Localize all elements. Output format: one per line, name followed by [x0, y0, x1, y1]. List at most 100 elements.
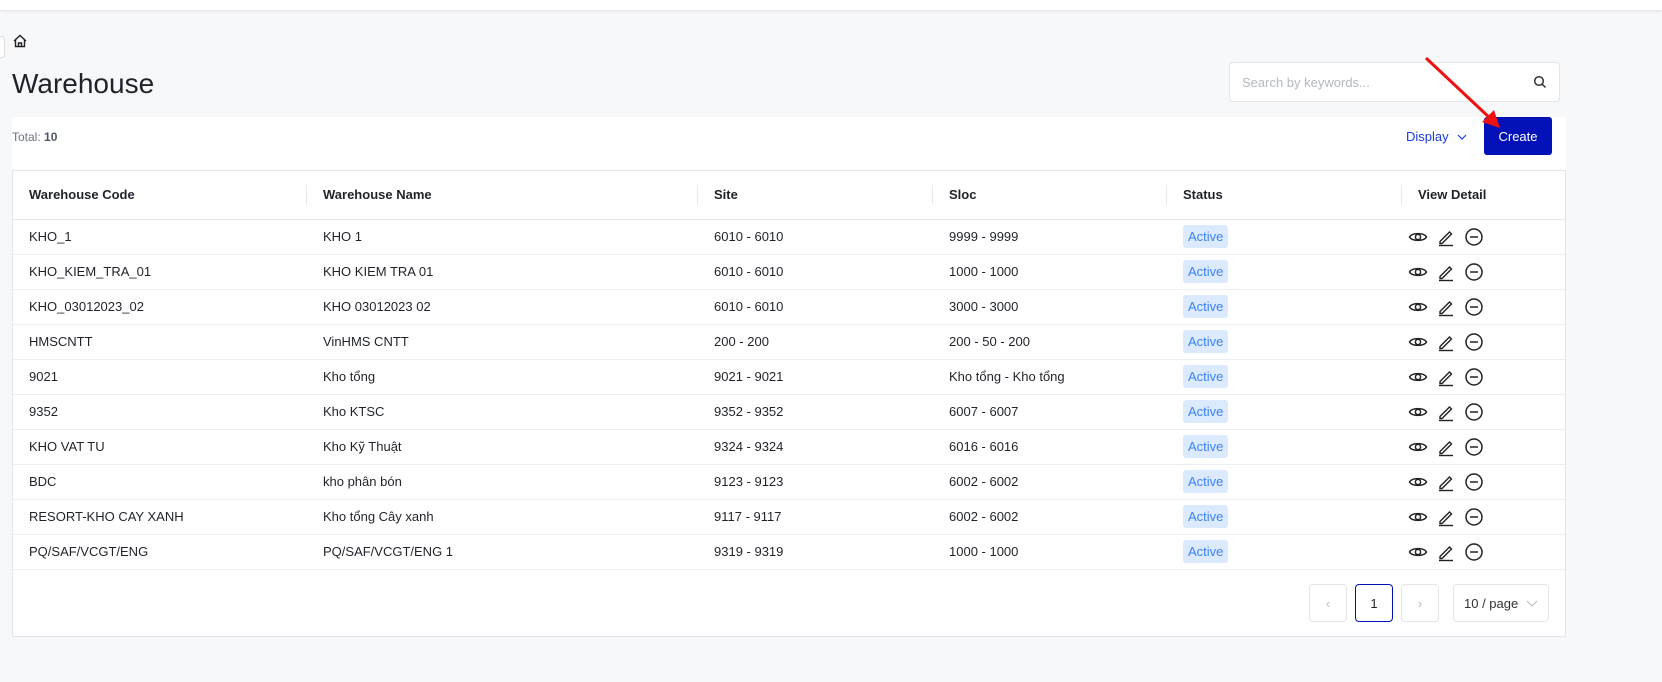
warehouse-name-cell: PQ/SAF/VCGT/ENG 1: [307, 534, 698, 570]
column-header: Status: [1167, 171, 1402, 220]
sidebar-toggle[interactable]: [0, 36, 5, 58]
next-page-button[interactable]: ›: [1401, 584, 1439, 622]
view-icon[interactable]: [1408, 332, 1428, 352]
site-cell: 6010 - 6010: [698, 289, 933, 325]
site-cell: 200 - 200: [698, 324, 933, 360]
remove-icon[interactable]: [1464, 507, 1484, 527]
warehouse-code-cell: 9021: [13, 359, 307, 395]
table-row[interactable]: KHO_KIEM_TRA_01 KHO KIEM TRA 01 6010 - 601…: [13, 254, 1565, 290]
prev-page-button[interactable]: ‹: [1309, 584, 1347, 622]
edit-icon[interactable]: [1436, 507, 1456, 527]
status-cell: Active: [1167, 429, 1402, 465]
table-row[interactable]: HMSCNTT VinHMS CNTT 200 - 200 200 - 50 - 20…: [13, 324, 1565, 360]
home-icon[interactable]: [12, 33, 28, 49]
warehouse-code-cell: BDC: [13, 464, 307, 500]
view-icon[interactable]: [1408, 402, 1428, 422]
table-row[interactable]: PQ/SAF/VCGT/ENG PQ/SAF/VCGT/ENG 1 9319 - 9…: [13, 534, 1565, 570]
view-icon[interactable]: [1408, 542, 1428, 562]
table-row[interactable]: BDC kho phân bón 9123 - 9123 6002 - 6002 Act…: [13, 464, 1565, 500]
edit-icon[interactable]: [1436, 542, 1456, 562]
view-icon[interactable]: [1408, 262, 1428, 282]
page-size-select[interactable]: 10 / page: [1453, 584, 1549, 622]
view-icon[interactable]: [1408, 507, 1428, 527]
column-header: View Detail: [1402, 171, 1565, 220]
actions-cell: [1402, 359, 1565, 395]
actions-cell: [1402, 464, 1565, 500]
chevron-down-icon: [1526, 600, 1538, 607]
warehouse-name-cell: KHO 1: [307, 219, 698, 255]
actions-cell: [1402, 219, 1565, 255]
sloc-cell: 3000 - 3000: [933, 289, 1167, 325]
page-title: Warehouse: [12, 68, 155, 99]
sloc-cell: 6007 - 6007: [933, 394, 1167, 430]
page-size-label: 10 / page: [1464, 595, 1519, 611]
status-badge: Active: [1183, 260, 1229, 283]
page-1-button[interactable]: 1: [1355, 584, 1393, 622]
create-button[interactable]: Create: [1484, 117, 1552, 155]
edit-icon[interactable]: [1436, 332, 1456, 352]
search-input[interactable]: [1242, 74, 1533, 90]
remove-icon[interactable]: [1464, 542, 1484, 562]
view-icon[interactable]: [1408, 472, 1428, 492]
table-row[interactable]: 9021 Kho tổng 9021 - 9021 Kho tổng - Kho tổ…: [13, 359, 1565, 395]
warehouse-name-cell: Kho tổng Cây xanh: [307, 499, 698, 535]
view-icon[interactable]: [1408, 367, 1428, 387]
sloc-cell: 1000 - 1000: [933, 534, 1167, 570]
warehouse-name-cell: Kho KTSC: [307, 394, 698, 430]
status-cell: Active: [1167, 394, 1402, 430]
remove-icon[interactable]: [1464, 262, 1484, 282]
remove-icon[interactable]: [1464, 402, 1484, 422]
status-cell: Active: [1167, 289, 1402, 325]
warehouse-code-cell: RESORT-KHO CAY XANH: [13, 499, 307, 535]
actions-cell: [1402, 429, 1565, 465]
content-panel: Total: 10 Display Create Warehouse Code W…: [12, 117, 1566, 637]
actions-cell: [1402, 289, 1565, 325]
column-header: Site: [698, 171, 933, 220]
site-cell: 9324 - 9324: [698, 429, 933, 465]
status-badge: Active: [1183, 225, 1229, 248]
status-cell: Active: [1167, 324, 1402, 360]
remove-icon[interactable]: [1464, 367, 1484, 387]
status-badge: Active: [1183, 400, 1229, 423]
column-header: Sloc: [933, 171, 1167, 220]
sloc-cell: Kho tổng - Kho tổng: [933, 359, 1167, 395]
edit-icon[interactable]: [1436, 472, 1456, 492]
edit-icon[interactable]: [1436, 262, 1456, 282]
edit-icon[interactable]: [1436, 367, 1456, 387]
table-row[interactable]: RESORT-KHO CAY XANH Kho tổng Cây xanh 9117…: [13, 499, 1565, 535]
top-bar: [0, 0, 1662, 10]
display-dropdown[interactable]: Display: [1406, 129, 1467, 144]
table-row[interactable]: KHO_03012023_02 KHO 03012023 02 6010 - 601…: [13, 289, 1565, 325]
remove-icon[interactable]: [1464, 227, 1484, 247]
sloc-cell: 9999 - 9999: [933, 219, 1167, 255]
status-cell: Active: [1167, 499, 1402, 535]
remove-icon[interactable]: [1464, 472, 1484, 492]
actions-cell: [1402, 324, 1565, 360]
status-badge: Active: [1183, 435, 1229, 458]
warehouse-name-cell: VinHMS CNTT: [307, 324, 698, 360]
remove-icon[interactable]: [1464, 297, 1484, 317]
search-icon[interactable]: [1533, 75, 1547, 89]
edit-icon[interactable]: [1436, 437, 1456, 457]
site-cell: 6010 - 6010: [698, 254, 933, 290]
table-row[interactable]: KHO VAT TU Kho Kỹ Thuật 9324 - 9324 6016 - …: [13, 429, 1565, 465]
sloc-cell: 200 - 50 - 200: [933, 324, 1167, 360]
warehouse-name-cell: Kho tổng: [307, 359, 698, 395]
remove-icon[interactable]: [1464, 437, 1484, 457]
status-cell: Active: [1167, 464, 1402, 500]
table-row[interactable]: 9352 Kho KTSC 9352 - 9352 6007 - 6007 Active: [13, 394, 1565, 430]
view-icon[interactable]: [1408, 437, 1428, 457]
status-badge: Active: [1183, 505, 1229, 528]
site-cell: 9117 - 9117: [698, 499, 933, 535]
view-icon[interactable]: [1408, 297, 1428, 317]
edit-icon[interactable]: [1436, 227, 1456, 247]
warehouse-code-cell: 9352: [13, 394, 307, 430]
view-icon[interactable]: [1408, 227, 1428, 247]
total-count: Total: 10: [12, 130, 58, 144]
search-box[interactable]: [1229, 62, 1560, 102]
remove-icon[interactable]: [1464, 332, 1484, 352]
edit-icon[interactable]: [1436, 297, 1456, 317]
sloc-cell: 1000 - 1000: [933, 254, 1167, 290]
edit-icon[interactable]: [1436, 402, 1456, 422]
table-row[interactable]: KHO_1 KHO 1 6010 - 6010 9999 - 9999 Active: [13, 219, 1565, 255]
